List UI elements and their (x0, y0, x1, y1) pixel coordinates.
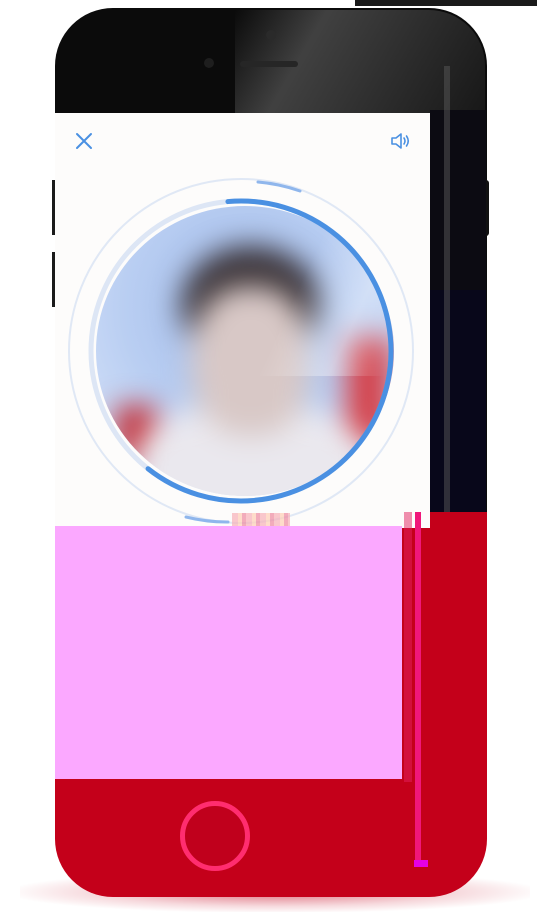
edge-artifact (414, 860, 428, 867)
close-button[interactable] (73, 130, 95, 152)
progress-arc (88, 198, 394, 504)
home-button[interactable] (180, 801, 250, 871)
top-artifact-strip (355, 0, 537, 6)
edge-highlight (404, 512, 412, 782)
edge-highlight-pink (415, 512, 421, 867)
sound-toggle-button[interactable] (389, 130, 413, 154)
phone-shadow (20, 872, 530, 912)
phone-right-edge (430, 110, 486, 290)
blank-panel (55, 526, 402, 779)
close-icon (76, 133, 92, 149)
render-artifact (232, 513, 290, 527)
proximity-sensor (204, 58, 214, 68)
face-scan-progress-ring (88, 180, 394, 524)
phone-edge-highlight (444, 66, 450, 516)
phone-right-edge-lower (430, 290, 486, 515)
front-camera (266, 30, 276, 40)
speaker-icon (391, 133, 410, 149)
earpiece-speaker (240, 61, 298, 67)
